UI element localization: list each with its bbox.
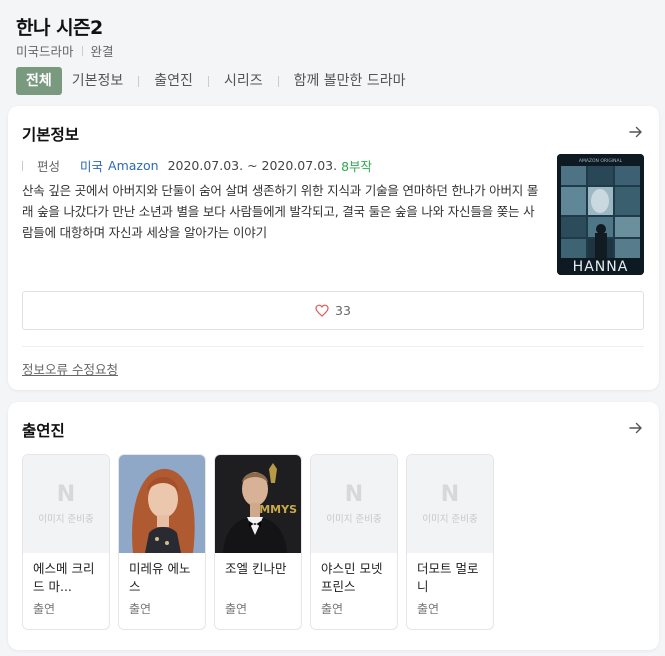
cast-member[interactable]: 미레유 에노스 출연 — [118, 454, 206, 630]
divider — [81, 45, 83, 56]
cast-member[interactable]: N 이미지 준비중 에스메 크리드 마... 출연 — [22, 454, 110, 630]
network-link[interactable]: Amazon — [108, 158, 159, 173]
episode-count: 8부작 — [341, 159, 373, 174]
placeholder-logo-icon: N — [56, 482, 76, 507]
arrow-right-icon[interactable] — [629, 421, 643, 435]
cast-member[interactable]: MMYS 조엘 킨나만 출연 — [214, 454, 302, 630]
show-subinfo: 미국드라마 완결 — [16, 41, 114, 60]
tab-cast[interactable]: 출연진 — [144, 67, 203, 95]
heart-icon — [315, 304, 329, 317]
cast-role: 출연 — [33, 602, 56, 616]
tab-divider — [277, 75, 279, 87]
meta-label: 편성 — [37, 159, 61, 174]
arrow-right-icon[interactable] — [629, 125, 643, 139]
placeholder-text: 이미지 준비중 — [422, 514, 478, 525]
meta-bar — [22, 160, 23, 171]
tab-all[interactable]: 전체 — [16, 67, 62, 95]
status-label: 완결 — [90, 44, 114, 59]
cast-title: 출연진 — [22, 422, 65, 440]
cast-member[interactable]: N 이미지 준비중 더모트 멀로니 출연 — [406, 454, 494, 630]
cast-photo — [119, 455, 205, 553]
poster-title-text: HANNA — [573, 259, 629, 275]
cast-list: N 이미지 준비중 에스메 크리드 마... 출연 미레유 에노스 출연 MMY… — [22, 454, 502, 630]
divider — [22, 346, 644, 347]
placeholder-text: 이미지 준비중 — [38, 514, 94, 525]
cast-card: 출연진 N 이미지 준비중 에스메 크리드 마... 출연 미레유 에노스 출연… — [8, 402, 659, 650]
placeholder-image: N 이미지 준비중 — [407, 455, 493, 553]
cast-member[interactable]: N 이미지 준비중 야스민 모넷 프린스 출연 — [310, 454, 398, 630]
cast-role: 출연 — [129, 602, 152, 616]
air-dates: 2020.07.03. ~ 2020.07.03. — [167, 158, 338, 173]
cast-role: 출연 — [225, 602, 248, 616]
placeholder-image: N 이미지 준비중 — [311, 455, 397, 553]
tab-divider — [207, 75, 209, 87]
cast-name: 더모트 멀로니 — [417, 561, 479, 594]
report-error-link[interactable]: 정보오류 수정요청 — [22, 359, 118, 378]
tab-divider — [138, 75, 140, 87]
basic-info-title: 기본정보 — [22, 126, 80, 144]
basic-info-card: 기본정보 편성 미국 Amazon 2020.07.03. ~ 2020.07.… — [8, 106, 659, 390]
cast-name: 에스메 크리드 마... — [33, 561, 95, 594]
photo-backdrop-text: MMYS — [259, 503, 297, 516]
like-button[interactable]: 33 — [22, 291, 644, 330]
placeholder-text: 이미지 준비중 — [326, 514, 382, 525]
cast-name: 야스민 모넷 프린스 — [321, 561, 383, 594]
tab-series[interactable]: 시리즈 — [214, 67, 273, 95]
cast-name: 조엘 킨나만 — [225, 561, 287, 576]
cast-role: 출연 — [417, 602, 440, 616]
cast-role: 출연 — [321, 602, 344, 616]
poster-top-text: AMAZON ORIGINAL — [579, 158, 623, 164]
cast-photo: MMYS — [215, 455, 301, 553]
like-count: 33 — [335, 303, 351, 318]
synopsis: 산속 깊은 곳에서 아버지와 단둘이 숨어 살며 생존하기 위한 지식과 기술을… — [22, 183, 539, 240]
placeholder-logo-icon: N — [344, 482, 364, 507]
placeholder-logo-icon: N — [440, 482, 460, 507]
poster-image[interactable]: AMAZON ORIGINAL HANNA — [557, 154, 644, 275]
country-link[interactable]: 미국 — [80, 156, 103, 175]
placeholder-image: N 이미지 준비중 — [23, 455, 109, 553]
page-title: 한나 시즌2 — [16, 17, 103, 39]
tab-bar: 전체 기본정보 출연진 시리즈 함께 볼만한 드라마 — [16, 67, 416, 95]
tab-basic-info[interactable]: 기본정보 — [62, 67, 134, 95]
genre-label: 미국드라마 — [16, 44, 74, 59]
tab-recommended[interactable]: 함께 볼만한 드라마 — [284, 67, 416, 95]
broadcast-meta: 편성 미국 Amazon 2020.07.03. ~ 2020.07.03. 8… — [22, 156, 372, 175]
cast-name: 미레유 에노스 — [129, 561, 191, 594]
